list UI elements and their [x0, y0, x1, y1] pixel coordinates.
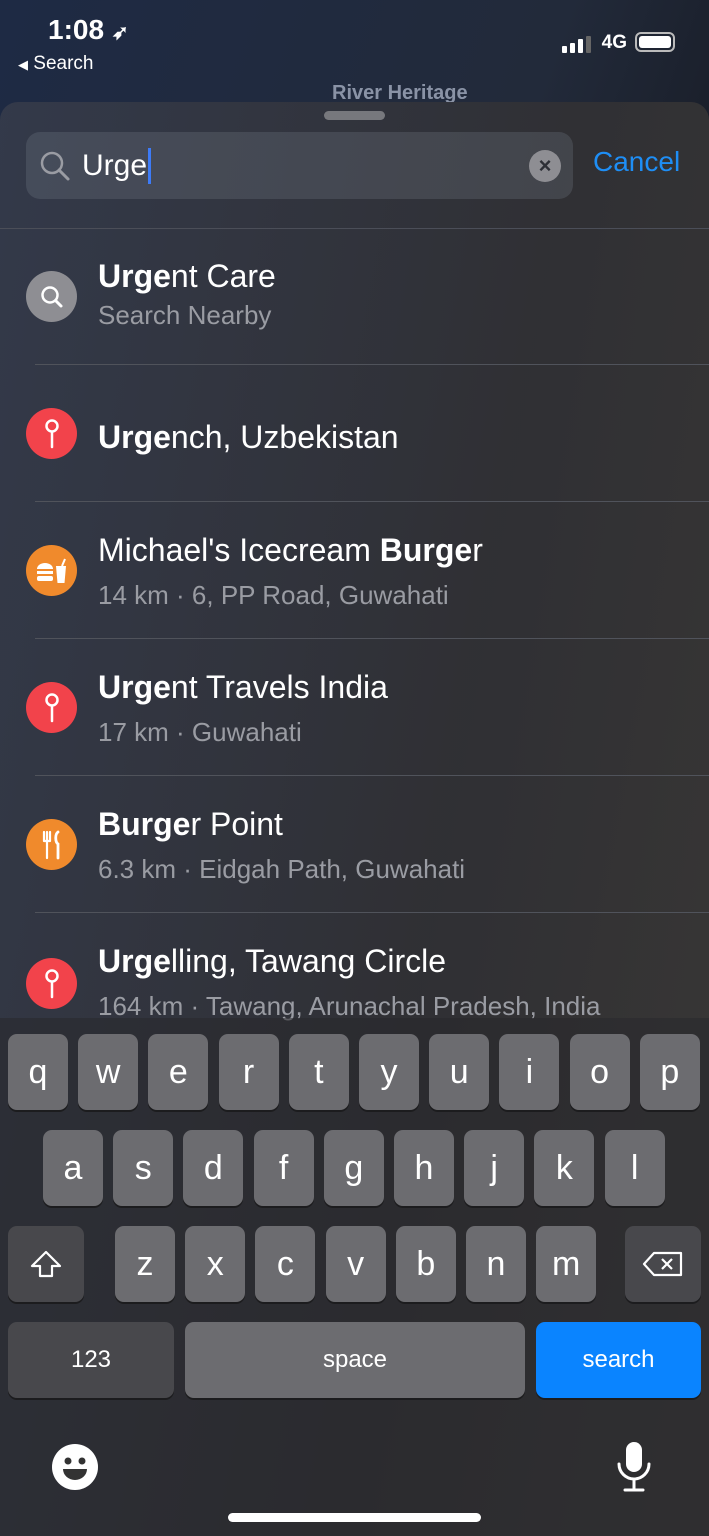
result-title: Burger Point	[98, 806, 283, 842]
numbers-key[interactable]: 123	[8, 1322, 174, 1398]
delete-icon	[642, 1251, 683, 1277]
search-key[interactable]: search	[536, 1322, 701, 1398]
result-item[interactable]: Michael's Icecream Burger 14 km · 6, PP …	[0, 502, 709, 639]
result-item[interactable]: Urgench, Uzbekistan	[0, 365, 709, 502]
key-k[interactable]: k	[534, 1130, 595, 1206]
key-i[interactable]: i	[499, 1034, 560, 1110]
key-v[interactable]: v	[325, 1226, 386, 1302]
key-h[interactable]: h	[394, 1130, 454, 1206]
key-c[interactable]: c	[255, 1226, 316, 1302]
sheet-grabber[interactable]	[324, 111, 385, 120]
restaurant-icon	[26, 819, 77, 870]
key-o[interactable]: o	[569, 1034, 630, 1110]
result-title: Urgench, Uzbekistan	[98, 419, 399, 455]
emoji-icon[interactable]	[52, 1444, 98, 1490]
back-to-search-link[interactable]: ◀ Search	[18, 53, 93, 75]
search-icon	[40, 151, 70, 180]
result-subtitle: 14 km · 6, PP Road, Guwahati	[98, 580, 449, 610]
key-w[interactable]: w	[78, 1034, 139, 1110]
result-title: Michael's Icecream Burger	[98, 532, 483, 568]
result-item[interactable]: Urgent Care Search Nearby	[0, 228, 709, 365]
key-q[interactable]: q	[8, 1034, 68, 1110]
result-title: Urgent Travels India	[98, 669, 388, 705]
pin-icon	[26, 682, 77, 733]
shift-icon	[30, 1250, 62, 1278]
status-bar: 1:08 ➶ ◀ Search 4G	[0, 0, 709, 90]
key-t[interactable]: t	[288, 1034, 349, 1110]
keyboard: q w e r t y u i o p a s d f g h j k l z x c v b n m 123 space search	[0, 1018, 709, 1536]
location-arrow-icon: ➶	[111, 22, 129, 44]
delete-key[interactable]	[625, 1226, 701, 1302]
key-f[interactable]: f	[253, 1130, 314, 1206]
pin-icon	[26, 408, 77, 459]
result-item[interactable]: Urgent Travels India 17 km · Guwahati	[0, 639, 709, 776]
result-title: Urgelling, Tawang Circle	[98, 943, 446, 979]
clear-icon[interactable]: ×	[529, 150, 561, 182]
key-g[interactable]: g	[323, 1130, 384, 1206]
space-key[interactable]: space	[185, 1322, 525, 1398]
key-n[interactable]: n	[466, 1226, 526, 1302]
signal-icon	[562, 36, 591, 53]
key-e[interactable]: e	[148, 1034, 209, 1110]
microphone-icon[interactable]	[614, 1440, 654, 1499]
key-b[interactable]: b	[395, 1226, 456, 1302]
key-m[interactable]: m	[536, 1226, 597, 1302]
result-subtitle: 17 km · Guwahati	[98, 717, 302, 747]
search-icon	[26, 271, 77, 322]
key-z[interactable]: z	[115, 1226, 175, 1302]
shift-key[interactable]	[8, 1226, 84, 1302]
key-l[interactable]: l	[604, 1130, 665, 1206]
status-time: 1:08 ➶	[48, 14, 129, 45]
result-title: Urgent Care	[98, 258, 276, 294]
key-r[interactable]: r	[218, 1034, 279, 1110]
key-d[interactable]: d	[183, 1130, 244, 1206]
result-item[interactable]: Burger Point 6.3 km · Eidgah Path, Guwah…	[0, 776, 709, 913]
result-subtitle: 6.3 km · Eidgah Path, Guwahati	[98, 854, 466, 884]
cancel-button[interactable]: Cancel	[593, 146, 680, 178]
key-x[interactable]: x	[185, 1226, 246, 1302]
key-p[interactable]: p	[639, 1034, 700, 1110]
result-subtitle: Search Nearby	[98, 300, 272, 330]
key-u[interactable]: u	[429, 1034, 490, 1110]
search-value[interactable]: Urge	[82, 147, 152, 184]
key-j[interactable]: j	[464, 1130, 525, 1206]
battery-icon	[635, 32, 675, 52]
key-y[interactable]: y	[359, 1034, 419, 1110]
key-a[interactable]: a	[43, 1130, 103, 1206]
network-type: 4G	[601, 32, 627, 53]
fast-food-icon	[26, 545, 77, 596]
home-indicator[interactable]	[228, 1513, 481, 1522]
pin-icon	[26, 958, 77, 1009]
search-input[interactable]: Urge ×	[26, 132, 573, 199]
key-s[interactable]: s	[113, 1130, 174, 1206]
